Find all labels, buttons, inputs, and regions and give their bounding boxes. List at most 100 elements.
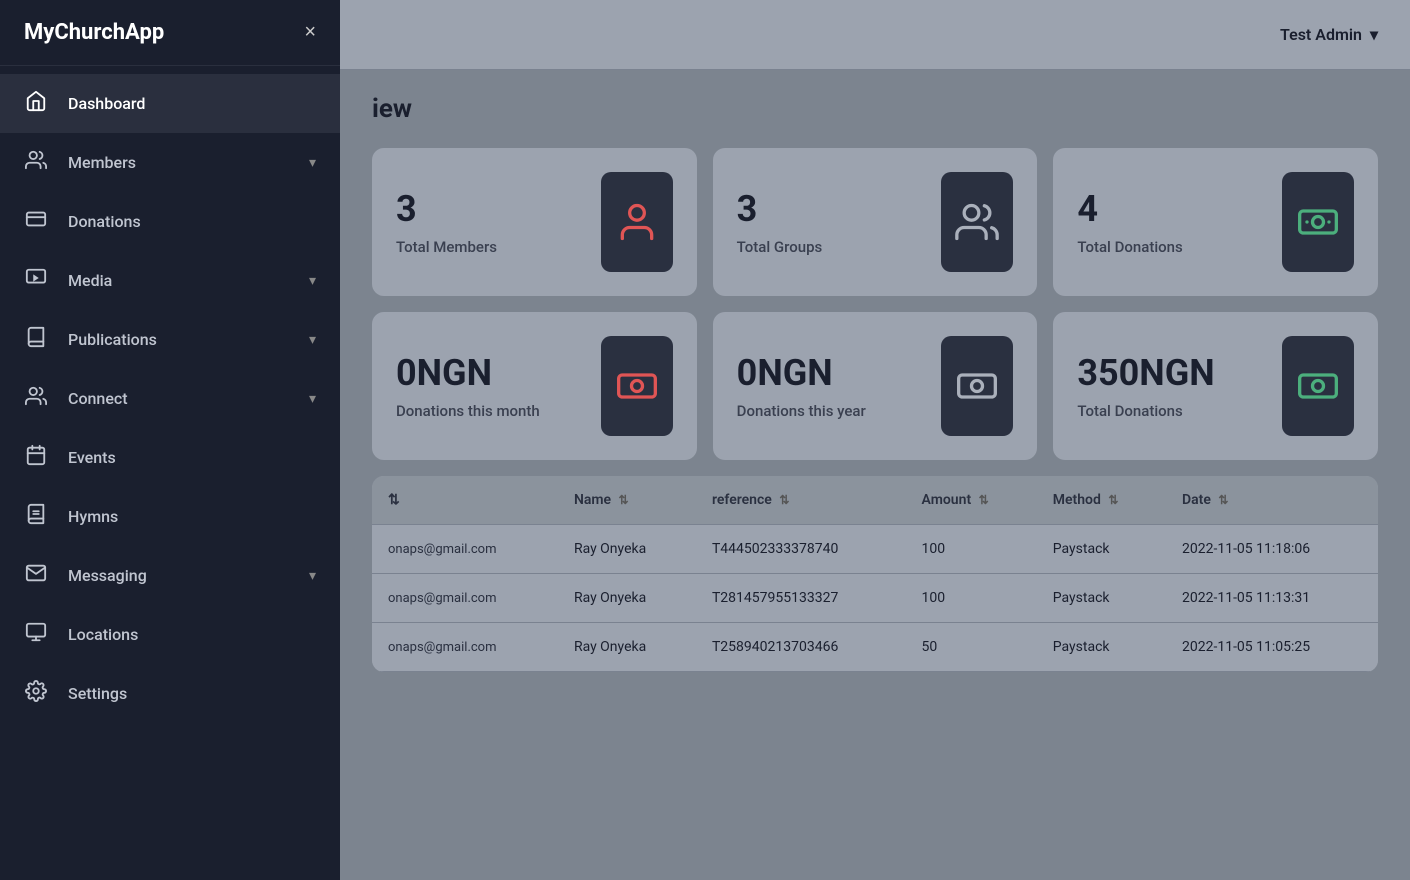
stat-info: 350NGN Total Donations xyxy=(1077,352,1214,420)
stat-card-donations-month: 0NGN Donations this month xyxy=(372,312,697,460)
messaging-icon xyxy=(24,562,48,589)
sidebar-item-media[interactable]: Media ▾ xyxy=(0,251,340,310)
close-sidebar-button[interactable]: × xyxy=(304,21,316,44)
sidebar-item-label: Publications xyxy=(68,330,289,349)
sidebar-item-label: Connect xyxy=(68,389,289,408)
stat-icon-box xyxy=(941,172,1013,272)
sidebar-nav: Dashboard Members ▾ xyxy=(0,66,340,880)
money-total-icon xyxy=(1296,364,1340,408)
publications-icon xyxy=(24,326,48,353)
sidebar-item-publications[interactable]: Publications ▾ xyxy=(0,310,340,369)
stat-card-donations-year: 0NGN Donations this year xyxy=(713,312,1038,460)
sidebar-item-messaging[interactable]: Messaging ▾ xyxy=(0,546,340,605)
user-menu[interactable]: Test Admin ▾ xyxy=(1280,25,1378,44)
cell-amount: 100 xyxy=(906,525,1037,574)
main-content: Test Admin ▾ iew 3 Total Members xyxy=(340,0,1410,880)
cell-email: onaps@gmail.com xyxy=(372,525,558,574)
sidebar-item-label: Messaging xyxy=(68,566,289,585)
money-year-icon xyxy=(955,364,999,408)
sidebar-item-locations[interactable]: Locations xyxy=(0,605,340,664)
col-amount[interactable]: Amount ⇅ xyxy=(906,476,1037,525)
settings-icon xyxy=(24,680,48,707)
table-header-row: ⇅ Name ⇅ reference ⇅ Amount ⇅ xyxy=(372,476,1378,525)
chevron-down-icon: ▾ xyxy=(309,155,316,171)
stat-number: 0NGN xyxy=(737,352,866,394)
cell-name: Ray Onyeka xyxy=(558,623,696,672)
chevron-down-icon: ▾ xyxy=(309,568,316,584)
stat-icon-box xyxy=(1282,172,1354,272)
money-icon xyxy=(1296,200,1340,244)
cell-method: Paystack xyxy=(1037,574,1166,623)
sidebar-item-donations[interactable]: Donations xyxy=(0,192,340,251)
connect-icon xyxy=(24,385,48,412)
stat-label: Donations this year xyxy=(737,402,866,420)
cell-method: Paystack xyxy=(1037,525,1166,574)
sidebar-item-label: Members xyxy=(68,153,289,172)
members-icon xyxy=(24,149,48,176)
stat-label: Total Members xyxy=(396,238,497,256)
table-row: onaps@gmail.com Ray Onyeka T258940213703… xyxy=(372,623,1378,672)
col-method[interactable]: Method ⇅ xyxy=(1037,476,1166,525)
sidebar-item-label: Hymns xyxy=(68,507,316,526)
sidebar-item-hymns[interactable]: Hymns xyxy=(0,487,340,546)
locations-icon xyxy=(24,621,48,648)
stat-label: Total Groups xyxy=(737,238,823,256)
money-month-icon xyxy=(615,364,659,408)
stat-info: 0NGN Donations this year xyxy=(737,352,866,420)
donations-icon xyxy=(24,208,48,235)
sidebar-item-connect[interactable]: Connect ▾ xyxy=(0,369,340,428)
events-icon xyxy=(24,444,48,471)
sidebar-header: MyChurchApp × xyxy=(0,0,340,66)
cell-amount: 50 xyxy=(906,623,1037,672)
cell-date: 2022-11-05 11:18:06 xyxy=(1166,525,1378,574)
col-date[interactable]: Date ⇅ xyxy=(1166,476,1378,525)
stat-card-total-members: 3 Total Members xyxy=(372,148,697,296)
stats-row-1: 3 Total Members 3 Total Groups xyxy=(372,148,1378,296)
table-wrapper: ⇅ Name ⇅ reference ⇅ Amount ⇅ xyxy=(372,476,1378,672)
table-row: onaps@gmail.com Ray Onyeka T444502333378… xyxy=(372,525,1378,574)
chevron-down-icon: ▾ xyxy=(309,332,316,348)
sidebar-item-members[interactable]: Members ▾ xyxy=(0,133,340,192)
sidebar-item-label: Settings xyxy=(68,684,316,703)
app-title: MyChurchApp xyxy=(24,20,164,45)
group-icon xyxy=(955,200,999,244)
sort-icon: ⇅ xyxy=(979,493,989,507)
user-name: Test Admin xyxy=(1280,25,1362,44)
sort-icon: ⇅ xyxy=(779,493,789,507)
stat-info: 0NGN Donations this month xyxy=(396,352,540,420)
cell-name: Ray Onyeka xyxy=(558,525,696,574)
sidebar: MyChurchApp × Dashboard xyxy=(0,0,340,880)
cell-date: 2022-11-05 11:13:31 xyxy=(1166,574,1378,623)
stat-number: 4 xyxy=(1077,188,1182,230)
sidebar-item-label: Donations xyxy=(68,212,316,231)
donations-table-section: ⇅ Name ⇅ reference ⇅ Amount ⇅ xyxy=(372,476,1378,672)
cell-reference: T258940213703466 xyxy=(696,623,906,672)
col-reference[interactable]: reference ⇅ xyxy=(696,476,906,525)
sidebar-item-label: Locations xyxy=(68,625,316,644)
sort-icon: ⇅ xyxy=(1218,493,1228,507)
sidebar-item-label: Dashboard xyxy=(68,94,316,113)
stat-info: 3 Total Members xyxy=(396,188,497,256)
stat-icon-box xyxy=(1282,336,1354,436)
topbar: Test Admin ▾ xyxy=(340,0,1410,70)
sidebar-item-label: Media xyxy=(68,271,289,290)
stat-number: 3 xyxy=(737,188,823,230)
col-name[interactable]: Name ⇅ xyxy=(558,476,696,525)
stat-label: Total Donations xyxy=(1077,402,1214,420)
dashboard-area: iew 3 Total Members 3 xyxy=(340,70,1410,880)
page-title: iew xyxy=(372,94,1378,124)
sidebar-item-dashboard[interactable]: Dashboard xyxy=(0,74,340,133)
cell-reference: T281457955133327 xyxy=(696,574,906,623)
stat-number: 0NGN xyxy=(396,352,540,394)
sort-icon: ⇅ xyxy=(619,493,629,507)
cell-email: onaps@gmail.com xyxy=(372,623,558,672)
col-email[interactable]: ⇅ xyxy=(372,476,558,525)
stat-card-total-groups: 3 Total Groups xyxy=(713,148,1038,296)
cell-date: 2022-11-05 11:05:25 xyxy=(1166,623,1378,672)
cell-amount: 100 xyxy=(906,574,1037,623)
sidebar-item-events[interactable]: Events xyxy=(0,428,340,487)
sidebar-item-settings[interactable]: Settings xyxy=(0,664,340,723)
sort-icon: ⇅ xyxy=(1108,493,1118,507)
person-icon xyxy=(615,200,659,244)
chevron-down-icon: ▾ xyxy=(309,391,316,407)
